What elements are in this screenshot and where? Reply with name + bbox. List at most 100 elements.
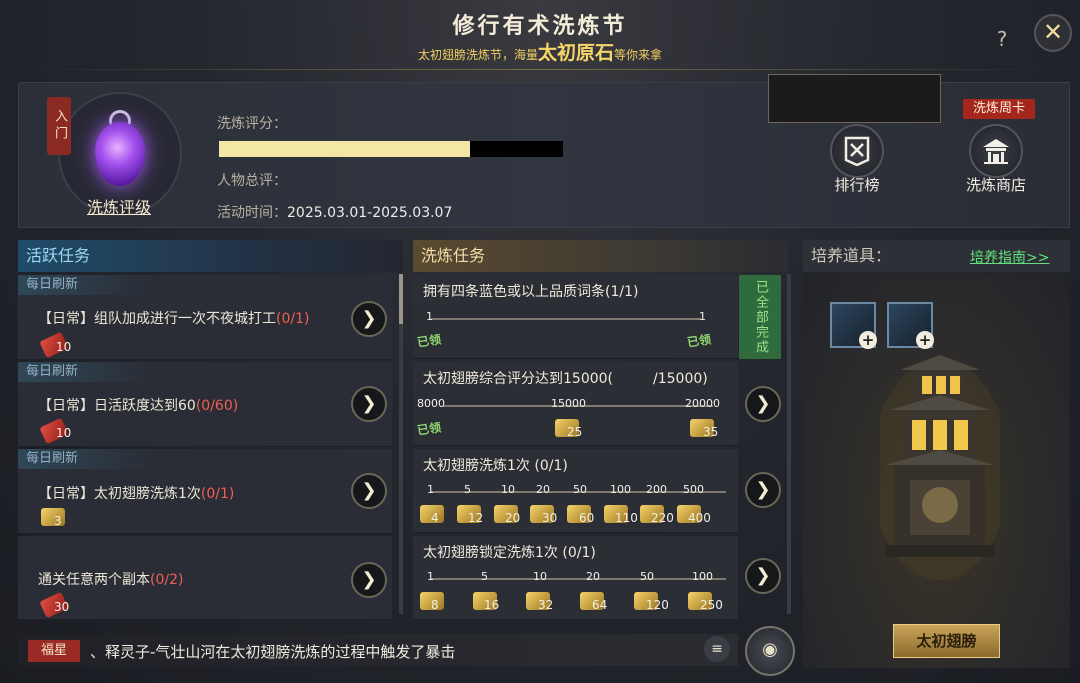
reward-count: 20 <box>505 511 521 525</box>
ranking-flag-icon <box>830 124 884 178</box>
score-progress-bar <box>219 141 563 157</box>
task-label: 【日常】组队加成进行一次不夜城打工 <box>38 311 276 327</box>
grade-link[interactable]: 洗炼评级 <box>78 194 160 218</box>
milestone-tick: 5 <box>464 483 471 496</box>
refine-tasks-scrollbar[interactable] <box>787 274 791 614</box>
rank-tag: 入门 <box>47 97 71 155</box>
refine-task-title: 太初翅膀综合评分达到15000(/15000) <box>423 368 708 388</box>
reward-count: 25 <box>567 425 583 439</box>
refine-task-title: 太初翅膀洗炼1次 (0/1) <box>423 458 568 474</box>
reward-count: 220 <box>651 511 674 525</box>
refine-go-button[interactable]: ❯ <box>745 472 781 508</box>
refine-task-card: 太初翅膀锁定洗炼1次 (0/1) 1 5 10 20 50 100 8 16 3… <box>413 536 738 620</box>
milestone-tick: 100 <box>692 570 713 583</box>
task-text: 【日常】组队加成进行一次不夜城打工(0/1) <box>38 308 309 328</box>
reward-count: 16 <box>484 598 500 612</box>
task-progress: (0/1) <box>276 311 310 327</box>
reward-count: 8 <box>431 598 439 612</box>
reward-count: 110 <box>615 511 638 525</box>
refine-task-card: 拥有四条蓝色或以上品质词条(1/1) 1 1 已领 已领 <box>413 275 738 359</box>
milestone-tick: 20 <box>586 570 600 583</box>
plus-icon[interactable]: + <box>916 331 934 349</box>
refine-task-title: 拥有四条蓝色或以上品质词条(1/1) <box>423 284 639 300</box>
task-label: 【日常】太初翅膀洗炼1次 <box>38 486 201 502</box>
milestone-tick: 50 <box>573 483 587 496</box>
score-progress-fill <box>219 141 471 157</box>
task-go-button[interactable]: ❯ <box>351 301 387 337</box>
refresh-tag: 每日刷新 <box>18 449 153 469</box>
task-text: 【日常】日活跃度达到60(0/60) <box>38 395 238 415</box>
claimed-stamp: 已领 <box>686 332 712 350</box>
milestone-tick: 100 <box>610 483 631 496</box>
broadcast-tag: 福星 <box>28 640 80 662</box>
task-text: 通关任意两个副本(0/2) <box>38 569 183 589</box>
broadcast-text: 、释灵子-气壮山河在太初翅膀洗炼的过程中触发了暴击 <box>90 643 456 661</box>
task-label: 通关任意两个副本 <box>38 572 150 588</box>
score-label: 洗炼评分： <box>217 116 287 132</box>
milestone-tick: 10 <box>533 570 547 583</box>
reward-count: 32 <box>538 598 554 612</box>
milestone-tick: 1 <box>426 310 433 323</box>
shop-pavilion-icon <box>969 124 1023 178</box>
reward-count: 64 <box>592 598 608 612</box>
active-tasks-header: 活跃任务 <box>18 240 403 272</box>
page-subtitle: 太初翅膀洗炼节，海量太初原石等你来拿 <box>0 38 1080 65</box>
task-go-button[interactable]: ❯ <box>351 386 387 422</box>
reward-count: 120 <box>646 598 669 612</box>
close-button[interactable]: ✕ <box>1034 14 1072 52</box>
shop-label: 洗炼商店 <box>965 176 1026 194</box>
list-icon[interactable]: ≡ <box>704 636 730 662</box>
task-label: 【日常】日活跃度达到60 <box>38 398 196 414</box>
refine-go-button[interactable]: ❯ <box>745 558 781 594</box>
reward-count: 3 <box>54 514 62 528</box>
reward-count: 30 <box>54 600 70 614</box>
refresh-tag: 每日刷新 <box>18 362 153 382</box>
active-tasks-scrollbar[interactable] <box>399 274 403 614</box>
task-progress: (0/60) <box>195 398 239 414</box>
reward-count: 4 <box>431 511 439 525</box>
milestone-tick: 200 <box>646 483 667 496</box>
task-progress: (0/1) <box>200 486 235 502</box>
refine-go-button[interactable]: ❯ <box>745 386 781 422</box>
weekcard-tag[interactable]: 洗炼周卡 <box>963 99 1035 119</box>
refine-task-label: 太初翅膀综合评分达到15000( <box>423 371 613 387</box>
subtitle-highlight: 太初原石 <box>537 42 614 64</box>
reward-count: 35 <box>703 425 719 439</box>
event-time: 活动时间：2025.03.01-2025.03.07 <box>217 202 452 222</box>
milestone-tick: 1 <box>427 483 434 496</box>
time-label: 活动时间： <box>217 205 287 221</box>
all-done-badge: 已全部完成 <box>739 275 781 359</box>
help-icon[interactable]: ? <box>987 24 1017 54</box>
milestone-tick: 8000 <box>417 397 445 410</box>
wings-button[interactable]: 太初翅膀 <box>893 624 1000 658</box>
shop-button[interactable]: 洗炼商店 <box>956 124 1036 195</box>
task-go-button[interactable]: ❯ <box>351 473 387 509</box>
milestone-tick: 15000 <box>551 397 586 410</box>
reward-count: 10 <box>56 340 72 354</box>
task-text: 【日常】太初翅膀洗炼1次(0/1) <box>38 483 234 503</box>
reward-count: 12 <box>468 511 484 525</box>
refresh-tag: 每日刷新 <box>18 275 153 295</box>
reward-count: 30 <box>542 511 558 525</box>
task-progress: (0/2) <box>150 572 184 588</box>
hidden-info-box <box>768 74 941 123</box>
ranking-button[interactable]: 排行榜 <box>817 124 897 195</box>
reward-count: 60 <box>579 511 595 525</box>
refine-task-card: 太初翅膀洗炼1次 (0/1) 1 5 10 20 50 100 200 500 … <box>413 449 738 533</box>
header-divider <box>20 69 1060 70</box>
chat-button[interactable]: ◉ <box>745 626 795 676</box>
refine-tasks-header: 洗炼任务 <box>413 240 788 272</box>
guide-link[interactable]: 培养指南>> <box>970 247 1049 267</box>
ranking-label: 排行榜 <box>834 176 880 194</box>
task-go-button[interactable]: ❯ <box>351 562 387 598</box>
milestone-tick: 20 <box>536 483 550 496</box>
task-card: 每日刷新 【日常】太初翅膀洗炼1次(0/1) 3 ❯ <box>18 449 392 534</box>
plus-icon[interactable]: + <box>859 331 877 349</box>
milestone-track <box>431 578 726 580</box>
milestone-tick: 500 <box>683 483 704 496</box>
scroll-thumb[interactable] <box>399 274 403 324</box>
pagoda-illustration-icon <box>880 355 1000 580</box>
subtitle-suffix: 等你来拿 <box>614 48 663 62</box>
task-card: 每日刷新 【日常】日活跃度达到60(0/60) 10 ❯ <box>18 362 392 447</box>
refine-task-card: 太初翅膀综合评分达到15000(/15000) 8000 15000 20000… <box>413 362 738 446</box>
